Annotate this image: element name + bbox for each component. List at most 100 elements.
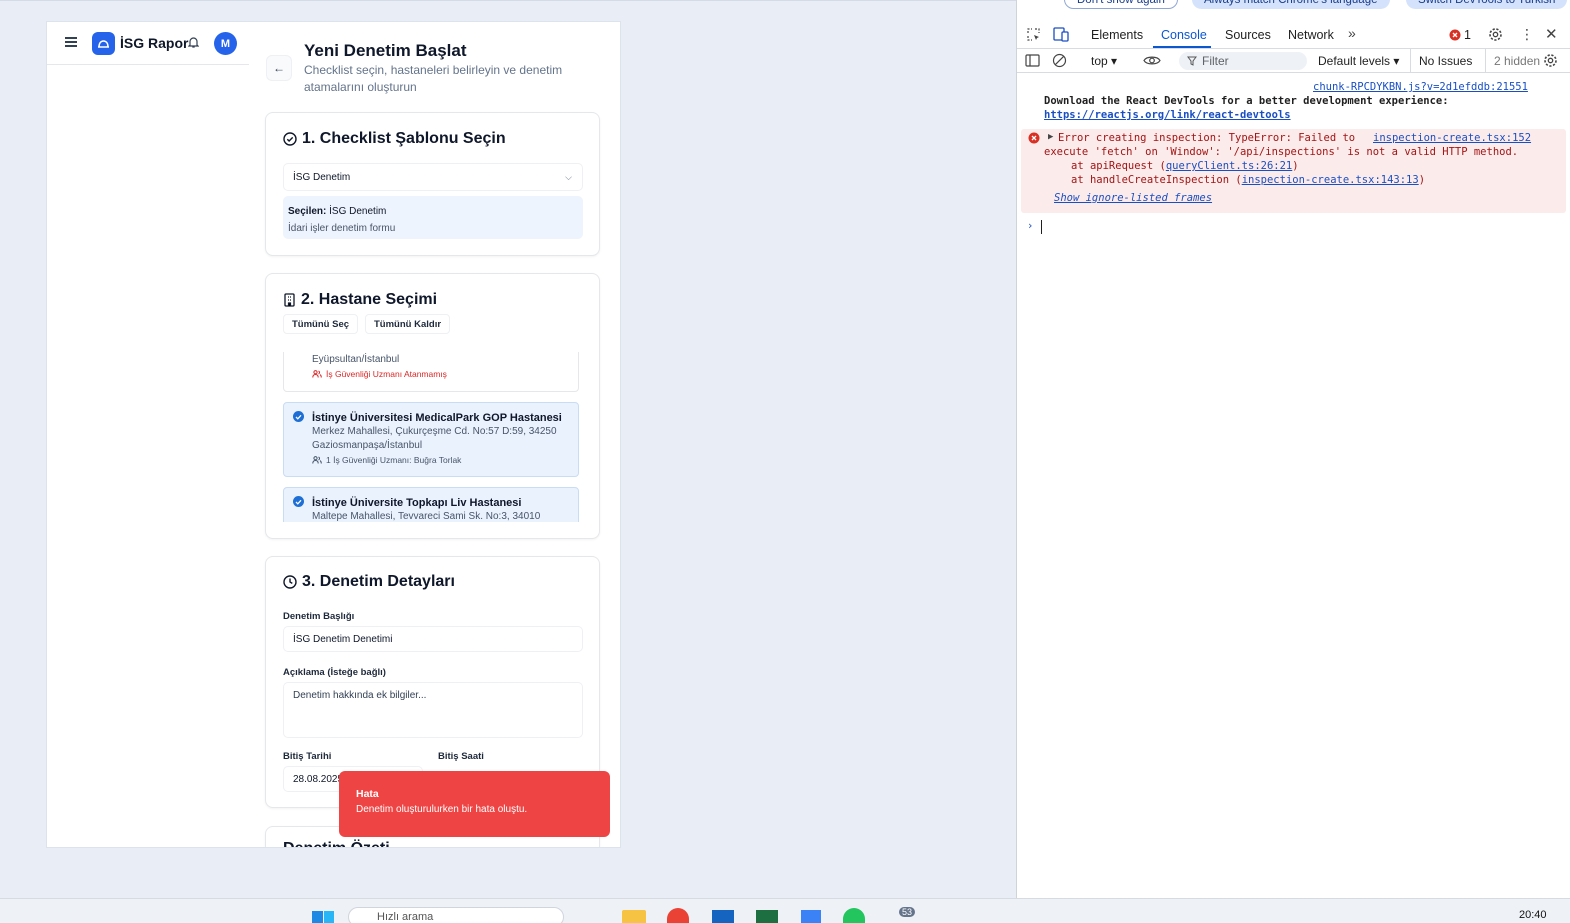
description-label: Açıklama (İsteğe bağlı) xyxy=(283,667,386,678)
taskbar-search[interactable]: Hızlı arama xyxy=(348,907,564,923)
expand-triangle-icon[interactable]: ▶ xyxy=(1048,132,1053,142)
check-circle-icon xyxy=(283,132,297,146)
notification-badge: 53 xyxy=(899,907,916,917)
filter-input[interactable]: Filter xyxy=(1179,52,1307,70)
devtools-tabs: Elements Console Sources Network » 1 ⋮ ✕ xyxy=(1017,22,1570,49)
description-textarea[interactable]: Denetim hakkında ek bilgiler... xyxy=(283,682,583,738)
summary-card-title: Denetim Özeti xyxy=(283,840,390,847)
error-line-1: Error creating inspection: TypeError: Fa… xyxy=(1058,132,1356,144)
bell-icon[interactable] xyxy=(187,36,200,51)
menu-icon[interactable] xyxy=(65,37,77,47)
error-icon xyxy=(1028,132,1040,144)
context-value: top xyxy=(1091,54,1108,68)
building-icon xyxy=(284,293,295,307)
hospital-item[interactable]: İstinye Üniversite Topkapı Liv Hastanesi… xyxy=(283,487,579,522)
hospital-item[interactable]: Eyüpsultan/İstanbul İş Güvenliği Uzmanı … xyxy=(283,352,579,392)
error-counter[interactable]: 1 xyxy=(1449,28,1471,42)
stack-frame-1-link[interactable]: queryClient.ts:26:21 xyxy=(1166,160,1292,172)
app-topbar: İSG Rapor M xyxy=(47,22,249,65)
tab-console[interactable]: Console xyxy=(1161,28,1207,42)
whatsapp-icon[interactable] xyxy=(843,908,865,923)
match-language-button[interactable]: Always match Chrome's language xyxy=(1192,0,1390,9)
hospital-card-title: 2. Hastane Seçimi xyxy=(301,291,438,308)
clear-console-icon[interactable] xyxy=(1052,53,1067,68)
checked-icon[interactable] xyxy=(293,496,304,507)
error-icon xyxy=(1449,29,1461,41)
end-time-label: Bitiş Saati xyxy=(438,751,484,762)
hospital-name: İstinye Üniversitesi MedicalPark GOP Has… xyxy=(312,412,562,424)
selected-label: Seçilen: xyxy=(288,206,327,217)
hospital-card: 2. Hastane Seçimi Tümünü Seç Tümünü Kald… xyxy=(265,273,600,539)
checked-icon[interactable] xyxy=(293,411,304,422)
stack-frame-2-text: at handleCreateInspection ( xyxy=(1071,174,1242,186)
checklist-card-header: 1. Checklist Şablonu Seçin xyxy=(283,130,506,148)
windows-start-icon[interactable] xyxy=(312,911,334,923)
context-select[interactable]: top ▾ xyxy=(1091,54,1117,68)
excel-icon[interactable] xyxy=(756,910,778,923)
console-settings-icon[interactable] xyxy=(1543,53,1558,68)
stack-frame-1: at apiRequest (queryClient.ts:26:21) xyxy=(1071,160,1299,172)
avatar[interactable]: M xyxy=(214,32,237,55)
console-input[interactable] xyxy=(1041,220,1042,234)
devtools-link[interactable]: https://reactjs.org/link/react-devtools xyxy=(1044,109,1291,121)
back-arrow-icon[interactable]: ← xyxy=(266,55,292,81)
error-source-link[interactable]: inspection-create.tsx:152 xyxy=(1373,132,1531,144)
issues-status[interactable]: No Issues xyxy=(1419,54,1472,68)
clock-icon xyxy=(283,575,297,589)
hospital-item[interactable]: İstinye Üniversitesi MedicalPark GOP Has… xyxy=(283,402,579,477)
device-toolbar-icon[interactable] xyxy=(1053,27,1069,42)
file-explorer-icon[interactable] xyxy=(622,910,646,923)
page-title: Yeni Denetim Başlat xyxy=(304,41,467,60)
selected-desc: İdari işler denetim formu xyxy=(288,223,396,234)
hospital-name: İstinye Üniversite Topkapı Liv Hastanesi xyxy=(312,497,522,509)
hospital-address: Maltepe Mahallesi, Tevvareci Sami Sk. No… xyxy=(312,511,541,522)
tab-elements[interactable]: Elements xyxy=(1091,28,1143,42)
checklist-select-value: İSG Denetim xyxy=(293,171,351,183)
app-window: İSG Rapor M ← Yeni Denetim Başlat Checkl… xyxy=(46,21,621,848)
hidden-count: 2 hidden xyxy=(1494,54,1541,68)
title-input[interactable]: İSG Denetim Denetimi xyxy=(283,626,583,652)
error-toast[interactable]: Hata Denetim oluşturulurken bir hata olu… xyxy=(339,771,610,837)
checklist-card-title: 1. Checklist Şablonu Seçin xyxy=(302,130,506,147)
source-link[interactable]: chunk-RPCDYKBN.js?v=2d1efddb:21551 xyxy=(1313,81,1528,93)
hospital-card-header: 2. Hastane Seçimi xyxy=(283,291,437,309)
tab-sources[interactable]: Sources xyxy=(1225,28,1271,42)
more-tabs-icon[interactable]: » xyxy=(1348,25,1356,41)
more-options-icon[interactable]: ⋮ xyxy=(1520,26,1534,43)
checklist-select[interactable]: İSG Denetim ⌵ xyxy=(283,163,583,191)
show-ignored-frames-link[interactable]: Show ignore-listed frames xyxy=(1054,192,1212,204)
selected-template-box: Seçilen: İSG Denetim İdari işler denetim… xyxy=(283,196,583,239)
select-all-button[interactable]: Tümünü Seç xyxy=(283,314,359,334)
taskbar-clock: 20:40 xyxy=(1519,909,1547,921)
inspect-element-icon[interactable] xyxy=(1026,27,1041,42)
console-error-message: ▶ Error creating inspection: TypeError: … xyxy=(1021,129,1566,213)
log-levels-value: Default levels xyxy=(1318,54,1391,68)
chrome-icon[interactable] xyxy=(667,908,689,923)
outlook-icon[interactable] xyxy=(712,910,734,923)
stack-frame-2-link[interactable]: inspection-create.tsx:143:13 xyxy=(1242,174,1419,186)
stack-frame-2: at handleCreateInspection (inspection-cr… xyxy=(1071,174,1426,186)
selected-value: İSG Denetim xyxy=(329,206,387,217)
toast-title: Hata xyxy=(356,788,379,800)
dont-show-again-button[interactable]: Don't show again xyxy=(1064,0,1178,9)
toast-message: Denetim oluşturulurken bir hata oluştu. xyxy=(356,804,528,815)
tab-network[interactable]: Network xyxy=(1288,28,1334,42)
hospital-list[interactable]: Eyüpsultan/İstanbul İş Güvenliği Uzmanı … xyxy=(283,352,583,522)
clear-all-button[interactable]: Tümünü Kaldır xyxy=(365,314,451,334)
calendar-icon[interactable] xyxy=(801,910,821,923)
active-tab-indicator xyxy=(1153,46,1211,48)
helmet-logo-icon xyxy=(92,32,115,55)
language-infobar: Don't show again Always match Chrome's l… xyxy=(1017,0,1570,12)
filter-icon xyxy=(1187,56,1197,66)
brand-name[interactable]: İSG Rapor xyxy=(120,35,188,51)
title-label: Denetim Başlığı xyxy=(283,611,355,622)
details-card-title: 3. Denetim Detayları xyxy=(302,573,455,590)
hospital-specialist-text: 1 İş Güvenliği Uzmanı: Buğra Torlak xyxy=(326,455,462,465)
close-icon[interactable]: ✕ xyxy=(1545,25,1558,43)
sidebar-toggle-icon[interactable] xyxy=(1025,53,1040,68)
log-levels-select[interactable]: Default levels ▾ xyxy=(1318,54,1399,68)
switch-language-button[interactable]: Switch DevTools to Turkish xyxy=(1406,0,1568,9)
stack-frame-1-text: at apiRequest ( xyxy=(1071,160,1166,172)
eye-icon[interactable] xyxy=(1143,54,1161,67)
settings-gear-icon[interactable] xyxy=(1488,27,1503,42)
